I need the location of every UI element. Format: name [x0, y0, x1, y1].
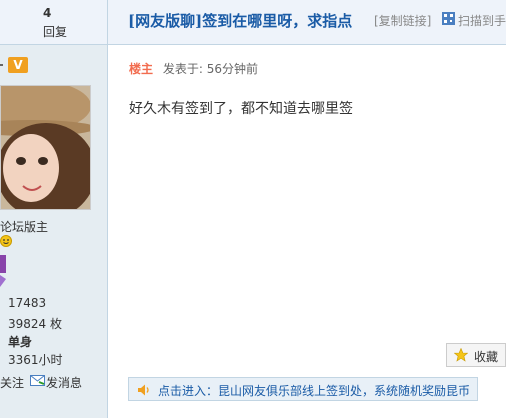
- avatar[interactable]: [0, 85, 91, 210]
- follow-link[interactable]: 关注: [0, 374, 24, 391]
- verified-badge: V: [8, 57, 28, 73]
- reply-count-box: 4 回复: [0, 0, 108, 44]
- thread-title[interactable]: [网友版聊]签到在哪里呀，求指点: [128, 10, 352, 31]
- reply-count: 4: [43, 6, 52, 20]
- smile-icon: [0, 235, 12, 247]
- notice-link[interactable]: 点击进入：昆山网友俱乐部线上签到处，系统随机奖励昆币: [158, 382, 470, 399]
- qr-code-icon[interactable]: [442, 12, 455, 25]
- speaker-icon: [138, 384, 149, 396]
- star-icon: [454, 348, 468, 362]
- favorite-button[interactable]: 收藏: [446, 343, 506, 367]
- star-icon: [0, 275, 6, 287]
- message-icon[interactable]: [30, 375, 45, 386]
- stat-coins: 39824 枚: [8, 317, 62, 331]
- divider: [0, 64, 3, 66]
- avatar-image: [1, 86, 90, 209]
- stat-status: 单身: [8, 335, 33, 349]
- favorite-label: 收藏: [474, 350, 499, 364]
- scan-to-phone-link[interactable]: 扫描到手: [458, 12, 506, 29]
- post-author-label: 楼主: [129, 62, 154, 76]
- thread-header: 4 回复 [网友版聊]签到在哪里呀，求指点 [复制链接] 扫描到手: [0, 0, 506, 45]
- copy-link-button[interactable]: [复制链接]: [374, 12, 431, 29]
- stat-posts: 17483: [8, 296, 47, 310]
- author-sidebar: V 论坛版主 17483 39824 枚 单身 3361小时 关注 发消息: [0, 45, 108, 418]
- stat-online-time: 3361小时: [8, 353, 63, 367]
- reply-label: 回复: [43, 25, 68, 39]
- medal-icon: [0, 255, 6, 273]
- send-message-link[interactable]: 发消息: [46, 374, 82, 391]
- post-timestamp: 发表于: 56分钟前: [162, 62, 258, 76]
- notice-banner[interactable]: 点击进入：昆山网友俱乐部线上签到处，系统随机奖励昆币: [128, 377, 478, 401]
- post-content: 好久木有签到了，都不知道去哪里签: [129, 101, 353, 117]
- user-rank-title: 论坛版主: [0, 220, 49, 234]
- post-meta: 楼主 发表于: 56分钟前: [129, 60, 258, 77]
